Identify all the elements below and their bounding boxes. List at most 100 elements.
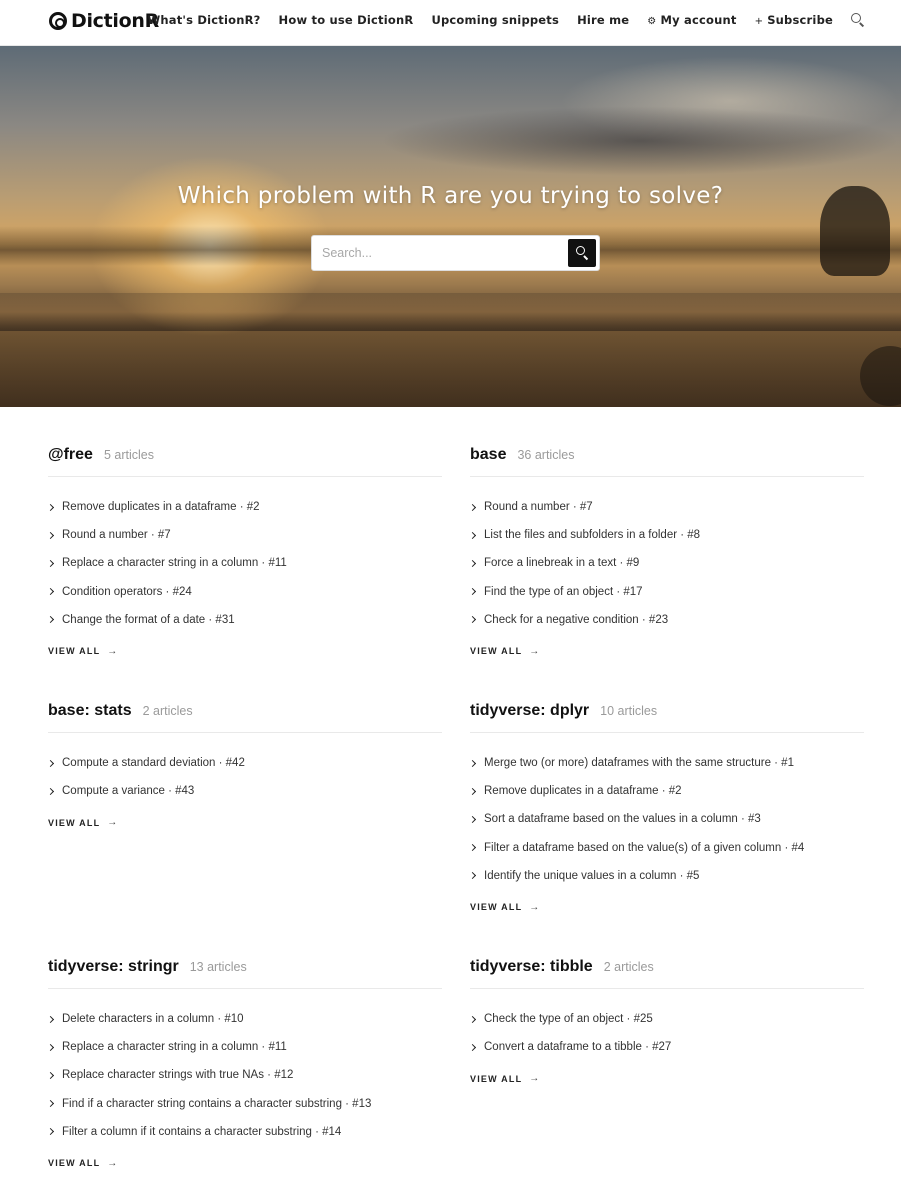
list-item[interactable]: Replace a character string in a column ·…	[46, 549, 442, 577]
site-logo[interactable]: DictionR	[49, 10, 159, 32]
chevron-right-icon	[468, 759, 477, 767]
article-link[interactable]: Find the type of an object · #17	[484, 586, 643, 598]
list-item[interactable]: Replace character strings with true NAs …	[46, 1061, 442, 1089]
article-link[interactable]: Replace a character string in a column ·…	[62, 557, 287, 569]
search-icon[interactable]	[851, 13, 865, 27]
list-item[interactable]: Delete characters in a column · #10	[46, 1005, 442, 1033]
chevron-right-icon	[468, 844, 477, 852]
article-link[interactable]: List the files and subfolders in a folde…	[484, 529, 700, 541]
chevron-right-icon	[46, 1015, 55, 1023]
category-title[interactable]: tidyverse: stringr	[48, 958, 179, 976]
gear-icon: ⚙	[647, 16, 657, 27]
chevron-right-icon	[46, 531, 55, 539]
list-item[interactable]: Compute a variance · #43	[46, 777, 442, 805]
list-item[interactable]: Change the format of a date · #31	[46, 606, 442, 634]
chevron-right-icon	[46, 588, 55, 596]
article-list: Compute a standard deviation · #42 Compu…	[46, 749, 442, 805]
article-link[interactable]: Round a number · #7	[62, 529, 171, 541]
article-link[interactable]: Filter a column if it contains a charact…	[62, 1126, 341, 1138]
list-item[interactable]: List the files and subfolders in a folde…	[468, 521, 864, 549]
article-link[interactable]: Check the type of an object · #25	[484, 1013, 653, 1025]
chevron-right-icon	[468, 815, 477, 824]
article-link[interactable]: Condition operators · #24	[62, 586, 192, 598]
arrow-right-icon: →	[107, 1157, 118, 1169]
view-all-link[interactable]: VIEW ALL →	[48, 1158, 117, 1169]
list-item[interactable]: Filter a dataframe based on the value(s)…	[468, 834, 864, 862]
category-title[interactable]: tidyverse: tibble	[470, 958, 593, 976]
list-item[interactable]: Convert a dataframe to a tibble · #27	[468, 1033, 864, 1061]
category-header: @free 5 articles	[48, 446, 442, 477]
list-item[interactable]: Identify the unique values in a column ·…	[468, 862, 864, 890]
nav-item-my-account[interactable]: ⚙ My account	[647, 13, 736, 27]
nav-item-hire-me[interactable]: Hire me	[577, 13, 629, 27]
view-all-link[interactable]: VIEW ALL →	[470, 902, 539, 913]
list-item[interactable]: Remove duplicates in a dataframe · #2	[46, 493, 442, 521]
list-item[interactable]: Replace a character string in a column ·…	[46, 1033, 442, 1061]
article-link[interactable]: Change the format of a date · #31	[62, 614, 235, 626]
nav-item-subscribe[interactable]: + Subscribe	[755, 13, 833, 27]
list-item[interactable]: Sort a dataframe based on the values in …	[468, 805, 864, 833]
category-free: @free 5 articles Remove duplicates in a …	[46, 446, 442, 659]
article-link[interactable]: Remove duplicates in a dataframe · #2	[484, 785, 682, 797]
view-all-link[interactable]: VIEW ALL →	[470, 646, 539, 657]
chevron-right-icon	[46, 759, 55, 767]
category-base-stats: base: stats 2 articles Compute a standar…	[46, 702, 442, 831]
article-link[interactable]: Compute a variance · #43	[62, 785, 194, 797]
list-item[interactable]: Check the type of an object · #25	[468, 1005, 864, 1033]
nav-item-upcoming-snippets[interactable]: Upcoming snippets	[431, 13, 559, 27]
list-item[interactable]: Check for a negative condition · #23	[468, 606, 864, 634]
category-tidyverse-stringr: tidyverse: stringr 13 articles Delete ch…	[46, 958, 442, 1171]
chevron-right-icon	[468, 1015, 477, 1023]
list-item[interactable]: Round a number · #7	[468, 493, 864, 521]
view-all-link[interactable]: VIEW ALL →	[470, 1073, 539, 1084]
category-count: 5 articles	[103, 448, 154, 462]
list-item[interactable]: Compute a standard deviation · #42	[46, 749, 442, 777]
article-link[interactable]: Replace a character string in a column ·…	[62, 1041, 287, 1053]
article-link[interactable]: Identify the unique values in a column ·…	[484, 870, 699, 882]
category-title[interactable]: @free	[48, 446, 93, 464]
nav-item-how-to-use[interactable]: How to use DictionR	[279, 13, 414, 27]
top-navigation-bar: DictionR What's DictionR? How to use Dic…	[0, 0, 901, 46]
article-link[interactable]: Replace character strings with true NAs …	[62, 1069, 293, 1081]
list-item[interactable]: Find if a character string contains a ch…	[46, 1090, 442, 1118]
article-link[interactable]: Compute a standard deviation · #42	[62, 757, 245, 769]
nav-item-whats-dictionr[interactable]: What's DictionR?	[147, 13, 260, 27]
category-title[interactable]: base	[470, 446, 506, 464]
article-link[interactable]: Filter a dataframe based on the value(s)…	[484, 842, 804, 854]
category-header: tidyverse: tibble 2 articles	[470, 958, 864, 989]
list-item[interactable]: Condition operators · #24	[46, 578, 442, 606]
list-item[interactable]: Remove duplicates in a dataframe · #2	[468, 777, 864, 805]
list-item[interactable]: Find the type of an object · #17	[468, 578, 864, 606]
arrow-right-icon: →	[529, 1073, 540, 1085]
article-link[interactable]: Check for a negative condition · #23	[484, 614, 668, 626]
view-all-link[interactable]: VIEW ALL →	[48, 646, 117, 657]
article-link[interactable]: Delete characters in a column · #10	[62, 1013, 244, 1025]
article-link[interactable]: Round a number · #7	[484, 501, 593, 513]
list-item[interactable]: Round a number · #7	[46, 521, 442, 549]
category-count: 13 articles	[189, 960, 247, 974]
hero-title: Which problem with R are you trying to s…	[177, 183, 724, 209]
chevron-right-icon	[46, 559, 55, 568]
category-count: 10 articles	[600, 704, 658, 718]
article-link[interactable]: Merge two (or more) dataframes with the …	[484, 757, 794, 769]
chevron-right-icon	[468, 616, 477, 624]
category-title[interactable]: tidyverse: dplyr	[470, 702, 589, 720]
list-item[interactable]: Filter a column if it contains a charact…	[46, 1118, 442, 1146]
category-header: base: stats 2 articles	[48, 702, 442, 733]
chevron-right-icon	[468, 559, 477, 568]
article-link[interactable]: Find if a character string contains a ch…	[62, 1098, 371, 1110]
list-item[interactable]: Merge two (or more) dataframes with the …	[468, 749, 864, 777]
chevron-right-icon	[46, 1043, 55, 1051]
article-link[interactable]: Sort a dataframe based on the values in …	[484, 813, 761, 825]
article-list: Check the type of an object · #25 Conver…	[468, 1005, 864, 1061]
view-all-link[interactable]: VIEW ALL →	[48, 817, 117, 828]
article-link[interactable]: Convert a dataframe to a tibble · #27	[484, 1041, 671, 1053]
plus-icon: +	[754, 16, 764, 27]
list-item[interactable]: Force a linebreak in a text · #9	[468, 549, 864, 577]
article-link[interactable]: Force a linebreak in a text · #9	[484, 557, 639, 569]
category-title[interactable]: base: stats	[48, 702, 132, 720]
search-input[interactable]	[312, 236, 564, 270]
article-link[interactable]: Remove duplicates in a dataframe · #2	[62, 501, 260, 513]
search-button[interactable]	[568, 239, 596, 267]
chevron-right-icon	[46, 1128, 55, 1136]
